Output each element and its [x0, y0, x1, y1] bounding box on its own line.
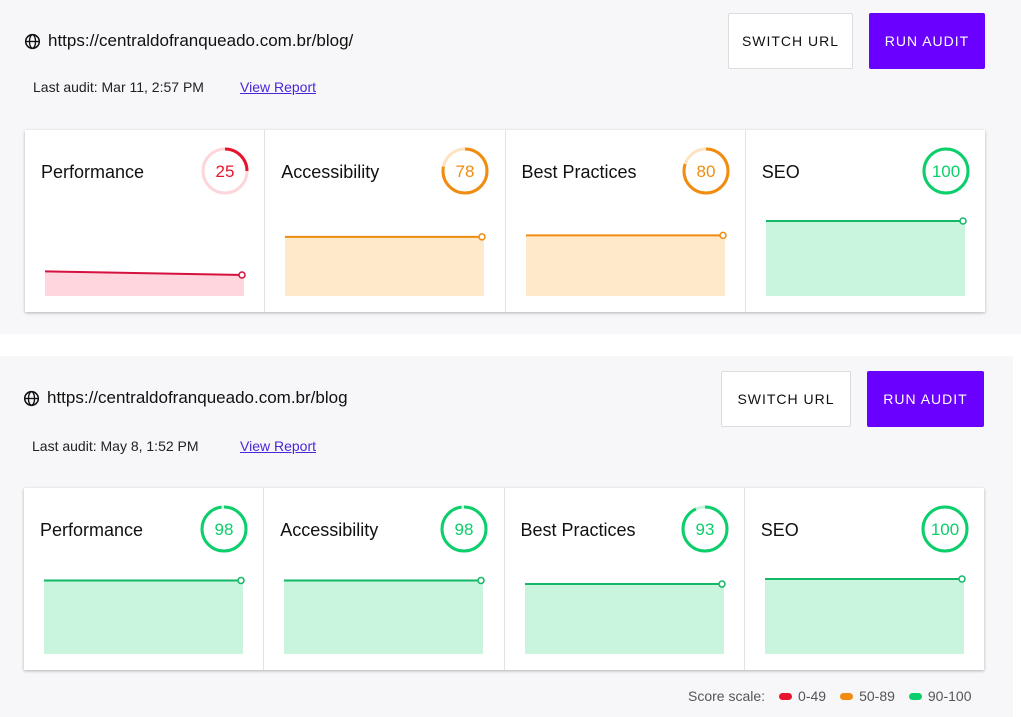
view-report-link[interactable]: View Report	[240, 79, 316, 95]
card-title: Accessibility	[280, 520, 379, 540]
card-performance[interactable]: Performance 98	[24, 488, 265, 670]
score-history-chart	[44, 576, 245, 654]
view-report-link[interactable]: View Report	[240, 438, 316, 454]
score-cards: Performance 98 Accessibility 98 Best Pract…	[24, 488, 984, 670]
history-area	[764, 579, 964, 654]
url-row: https://centraldofranqueado.com.br/blog/	[24, 31, 353, 51]
score-value: 25	[216, 162, 235, 181]
card-title: Accessibility	[281, 162, 380, 182]
card-title: Best Practices	[521, 162, 637, 182]
card-title: Performance	[40, 520, 144, 540]
globe-icon	[23, 390, 40, 406]
card-title: Best Practices	[520, 520, 636, 540]
history-area	[285, 236, 485, 296]
score-gauge: 25	[201, 147, 249, 195]
card-title: SEO	[760, 520, 799, 540]
legend-dot-good	[908, 692, 922, 700]
audited-url: https://centraldofranqueado.com.br/blog/	[48, 31, 354, 50]
score-gauge: 98	[440, 505, 488, 553]
card-accessibility[interactable]: Accessibility 78	[265, 130, 506, 312]
legend-range-average: 50-89	[859, 688, 895, 704]
audit-panel-1: https://centraldofranqueado.com.br/blog/…	[0, 0, 1021, 334]
score-history-chart	[285, 233, 486, 296]
history-area	[44, 580, 243, 654]
score-scale-clipped: · · · · · · · ·	[706, 328, 791, 334]
score-scale-label: Score scale:	[688, 688, 766, 704]
score-history-chart	[44, 270, 246, 296]
run-audit-button[interactable]: RUN AUDIT	[867, 371, 984, 427]
legend-range-poor: 0-49	[798, 688, 827, 704]
audit-panel-2: https://centraldofranqueado.com.br/blog …	[0, 356, 1013, 717]
legend-range-good: 90-100	[927, 688, 972, 704]
card-title: SEO	[761, 162, 800, 182]
score-gauge: 100	[921, 505, 969, 553]
history-point	[717, 580, 726, 588]
card-best-practices[interactable]: Best Practices 80	[506, 130, 746, 312]
history-point	[718, 231, 727, 240]
card-accessibility[interactable]: Accessibility 98	[264, 488, 505, 670]
history-area	[284, 580, 484, 654]
history-point	[477, 576, 485, 585]
history-point	[478, 233, 486, 241]
switch-url-button[interactable]: SWITCH URL	[728, 13, 853, 69]
score-scale-legend: Score scale: 0-49 50-89 90-100	[688, 688, 971, 704]
history-point	[238, 271, 246, 279]
score-history-chart	[525, 231, 727, 296]
history-area	[525, 235, 725, 296]
score-cards: Performance 25 Accessibility 78 Best Pract…	[25, 130, 985, 312]
history-point	[958, 575, 966, 583]
score-value: 98	[215, 520, 234, 539]
card-title: Performance	[41, 162, 145, 182]
score-value: 78	[456, 162, 475, 181]
score-value: 93	[695, 520, 714, 539]
switch-url-button[interactable]: SWITCH URL	[721, 371, 851, 427]
score-gauge: 80	[682, 147, 729, 195]
legend-dot-average	[840, 692, 854, 700]
score-history-chart	[284, 576, 485, 654]
score-gauge: 98	[200, 505, 248, 553]
score-value: 80	[696, 162, 715, 181]
card-performance[interactable]: Performance 25	[25, 130, 266, 312]
score-value: 100	[932, 162, 960, 181]
history-area	[524, 584, 724, 654]
score-gauge: 78	[441, 147, 489, 195]
card-seo[interactable]: SEO 100	[745, 488, 984, 670]
score-history-chart	[765, 217, 967, 296]
run-audit-button[interactable]: RUN AUDIT	[869, 13, 985, 69]
url-row: https://centraldofranqueado.com.br/blog	[23, 388, 348, 408]
score-value: 100	[931, 520, 959, 539]
score-history-chart	[524, 580, 726, 654]
history-point	[237, 576, 245, 585]
history-point	[959, 217, 967, 225]
history-area	[765, 221, 965, 296]
card-best-practices[interactable]: Best Practices 93	[505, 488, 745, 670]
score-value: 98	[455, 520, 474, 539]
legend-dot-poor	[779, 692, 793, 700]
last-audit-text: Last audit: May 8, 1:52 PM	[32, 438, 199, 454]
score-gauge: 93	[681, 505, 728, 553]
last-audit-text: Last audit: Mar 11, 2:57 PM	[33, 79, 204, 95]
score-gauge: 100	[922, 147, 970, 195]
card-seo[interactable]: SEO 100	[746, 130, 985, 312]
globe-icon	[24, 33, 41, 49]
audited-url: https://centraldofranqueado.com.br/blog	[47, 388, 348, 407]
score-history-chart	[764, 575, 966, 654]
